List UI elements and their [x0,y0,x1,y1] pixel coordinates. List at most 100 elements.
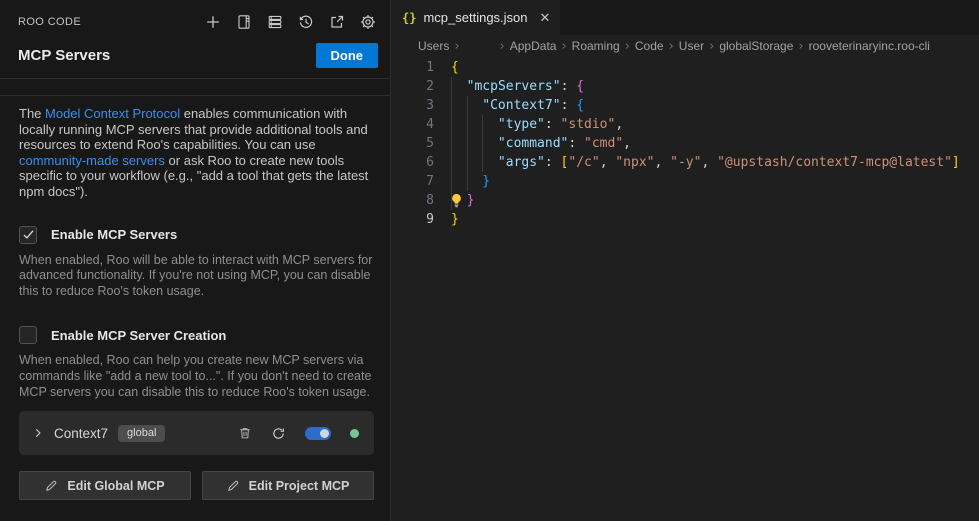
code-line: 7} [391,172,979,191]
code-token: , [600,155,616,170]
enable-mcp-servers-checkbox[interactable] [19,226,37,244]
model-context-protocol-link[interactable]: Model Context Protocol [45,106,180,121]
enable-mcp-servers-description: When enabled, Roo will be able to intera… [19,253,374,300]
server-row-context7: Context7 global [19,411,374,455]
line-number: 1 [391,58,434,77]
roo-code-panel: ROO CODE [0,0,391,521]
code-token: "-y" [670,155,701,170]
line-content: "Context7": { [451,96,584,115]
line-content: "command": "cmd", [451,134,631,153]
enable-mcp-creation-row: Enable MCP Server Creation [19,326,374,344]
line-number: 4 [391,115,434,134]
breadcrumb-segment[interactable]: User [679,39,704,53]
edit-global-mcp-button[interactable]: Edit Global MCP [19,471,191,500]
code-token: } [482,174,490,189]
code-line: 1{ [391,58,979,77]
server-scope-badge: global [118,425,165,442]
breadcrumb-segment[interactable]: Code [635,39,664,53]
code-token: : [568,136,584,151]
code-token: : [545,117,561,132]
edit-project-mcp-button[interactable]: Edit Project MCP [202,471,374,500]
code-token: } [467,193,475,208]
panel-title: ROO CODE [18,16,81,28]
vscode-window: ROO CODE [0,0,979,521]
code-line: 6"args": ["/c", "npx", "-y", "@upstash/c… [391,153,979,172]
indent-guide [482,115,498,134]
indent-guide [451,153,467,172]
breadcrumb-segment[interactable]: Roaming [572,39,620,53]
history-icon[interactable] [297,13,315,31]
prompts-book-icon[interactable] [235,13,253,31]
intro-text: The [19,106,45,121]
code-token: "npx" [615,155,654,170]
server-name: Context7 [54,426,108,441]
code-token: "args" [498,155,545,170]
panel-toolbar [204,13,377,31]
code-line: 4 "type": "stdio", [391,115,979,134]
breadcrumb-segment[interactable]: AppData [510,39,557,53]
tab-mcp-settings-json[interactable]: {} mcp_settings.json ✕ [391,0,560,35]
code-token: { [576,79,584,94]
code-token: { [451,60,459,75]
indent-guide [451,77,467,96]
intro-paragraph: The Model Context Protocol enables commu… [19,106,374,200]
line-number: 2 [391,77,434,96]
breadcrumb-separator-icon: › [669,39,674,54]
enable-mcp-creation-description: When enabled, Roo can help you create ne… [19,353,374,400]
enable-mcp-servers-setting: Enable MCP Servers When enabled, Roo wil… [19,226,374,300]
indent-guide [451,134,467,153]
breadcrumb-separator-icon: › [561,39,566,54]
done-button[interactable]: Done [316,43,379,68]
settings-gear-icon[interactable] [359,13,377,31]
open-in-editor-icon[interactable] [328,13,346,31]
code-line: 5"command": "cmd", [391,134,979,153]
code-token: : [561,98,577,113]
indent-guide [467,115,483,134]
code-token: "@upstash/context7-mcp@latest" [717,155,952,170]
enable-mcp-creation-label: Enable MCP Server Creation [51,328,226,343]
indent-guide [451,172,467,191]
code-token: "Context7" [482,98,560,113]
tab-close-icon[interactable]: ✕ [540,11,551,24]
mcp-server-icon[interactable] [266,13,284,31]
line-content: "type": "stdio", [451,115,623,134]
trash-icon[interactable] [238,426,252,440]
plus-icon[interactable] [204,13,222,31]
enable-mcp-servers-label: Enable MCP Servers [51,227,177,242]
line-number: 9 [391,210,434,229]
breadcrumb-separator-icon: › [625,39,630,54]
enable-mcp-creation-setting: Enable MCP Server Creation When enabled,… [19,326,374,400]
line-content: "args": ["/c", "npx", "-y", "@upstash/co… [451,153,960,172]
code-editor[interactable]: 1{2"mcpServers": {3"Context7": {4"type":… [391,57,979,229]
tab-bar: {} mcp_settings.json ✕ [391,0,979,35]
breadcrumb-segment[interactable]: globalStorage [719,39,793,53]
code-token: , [654,155,670,170]
breadcrumb-segment[interactable]: rooveterinaryinc.roo-cli [809,39,930,53]
line-content: } [451,210,459,229]
indent-guide [451,96,467,115]
indent-guide [482,134,498,153]
line-content: } [451,191,474,210]
edit-mcp-buttons: Edit Global MCP Edit Project MCP [19,471,374,500]
line-content: { [451,58,459,77]
pencil-icon [45,479,58,492]
enable-mcp-creation-checkbox[interactable] [19,326,37,344]
breadcrumb-separator-icon: › [798,39,803,54]
code-token: , [623,136,631,151]
server-enabled-toggle[interactable] [305,427,331,440]
line-content: "mcpServers": { [451,77,584,96]
indent-guide [467,96,483,115]
breadcrumb-separator-icon: › [500,39,505,54]
panel-body: The Model Context Protocol enables commu… [0,96,390,521]
community-made-servers-link[interactable]: community-made servers [19,153,165,168]
line-number: 3 [391,96,434,115]
code-token: } [451,212,459,227]
indent-guide [467,172,483,191]
code-token: "/c" [568,155,599,170]
code-token: "cmd" [584,136,623,151]
code-token: "mcpServers" [467,79,561,94]
edit-project-mcp-label: Edit Project MCP [249,479,350,493]
chevron-right-icon[interactable] [31,426,45,440]
restart-icon[interactable] [271,426,286,441]
breadcrumb-segment[interactable]: Users [418,39,449,53]
